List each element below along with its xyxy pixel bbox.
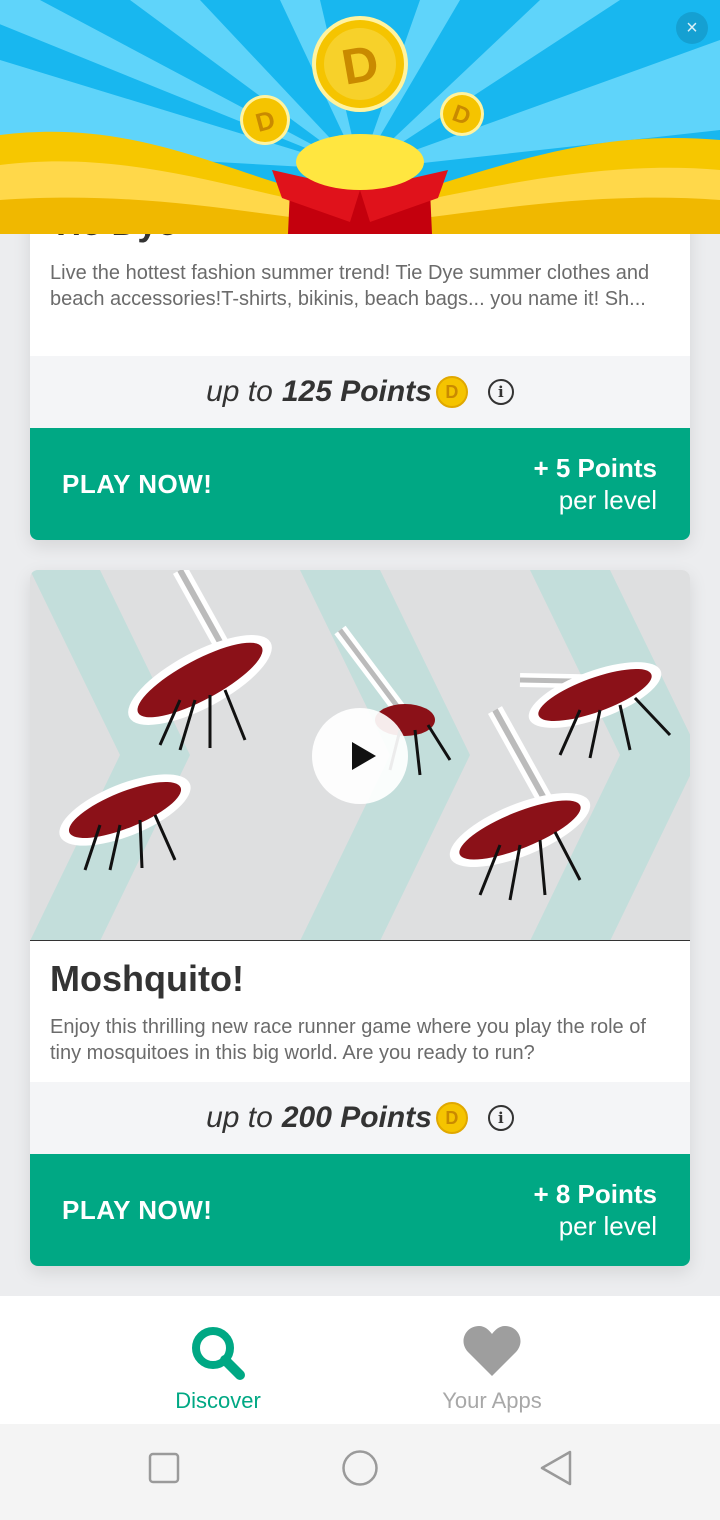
points-value: 125 Points <box>281 375 432 408</box>
points-row: up to 125 Points D i <box>30 356 690 428</box>
per-level-value: + 5 Points <box>533 453 657 483</box>
nav-discover-label: Discover <box>175 1388 261 1413</box>
info-icon[interactable]: i <box>487 1105 514 1131</box>
system-navigation-bar <box>0 1424 720 1520</box>
heart-icon <box>463 1326 521 1376</box>
game-card-moshquito: Moshquito! Enjoy this thrilling new race… <box>30 570 690 1266</box>
back-icon[interactable] <box>538 1449 574 1487</box>
video-play-button[interactable] <box>312 708 408 804</box>
card-title: Moshquito! <box>50 958 244 999</box>
close-button[interactable]: × <box>676 12 708 44</box>
home-icon[interactable] <box>341 1449 379 1487</box>
play-now-label: PLAY NOW! <box>62 468 213 499</box>
play-now-label: PLAY NOW! <box>62 1194 213 1225</box>
per-level-value: + 8 Points <box>533 1179 657 1209</box>
per-level-points: + 8 Points per level <box>533 1178 657 1242</box>
points-prefix: up to <box>206 375 273 408</box>
nav-your-apps-label: Your Apps <box>442 1388 542 1413</box>
play-icon <box>352 742 376 770</box>
nav-your-apps[interactable]: Your Apps <box>372 1296 612 1424</box>
points-row: up to 200 Points D i <box>30 1082 690 1154</box>
bottom-navigation: Discover Your Apps <box>0 1296 720 1424</box>
card-description: Live the hottest fashion summer trend! T… <box>50 262 650 310</box>
rewards-banner: D D D × <box>0 0 720 234</box>
coin-icon: D <box>435 376 468 408</box>
play-now-button[interactable]: PLAY NOW! + 5 Points per level <box>30 428 690 540</box>
info-icon[interactable]: i <box>487 379 514 405</box>
mosquito-4 <box>449 706 591 901</box>
recent-apps-icon[interactable] <box>148 1452 180 1484</box>
game-video-thumbnail[interactable] <box>30 570 690 941</box>
search-icon <box>192 1327 245 1380</box>
card-description: Enjoy this thrilling new race runner gam… <box>50 1016 646 1064</box>
per-level-suffix: per level <box>558 485 657 515</box>
coin-icon: D <box>435 1102 468 1134</box>
per-level-points: + 5 Points per level <box>533 452 657 516</box>
play-now-button[interactable]: PLAY NOW! + 8 Points per level <box>30 1154 690 1266</box>
banner-artwork: D D D <box>0 0 720 234</box>
nav-discover[interactable]: Discover <box>98 1296 338 1424</box>
points-value: 200 Points <box>281 1101 432 1134</box>
points-prefix: up to <box>206 1101 273 1134</box>
per-level-suffix: per level <box>558 1211 657 1241</box>
